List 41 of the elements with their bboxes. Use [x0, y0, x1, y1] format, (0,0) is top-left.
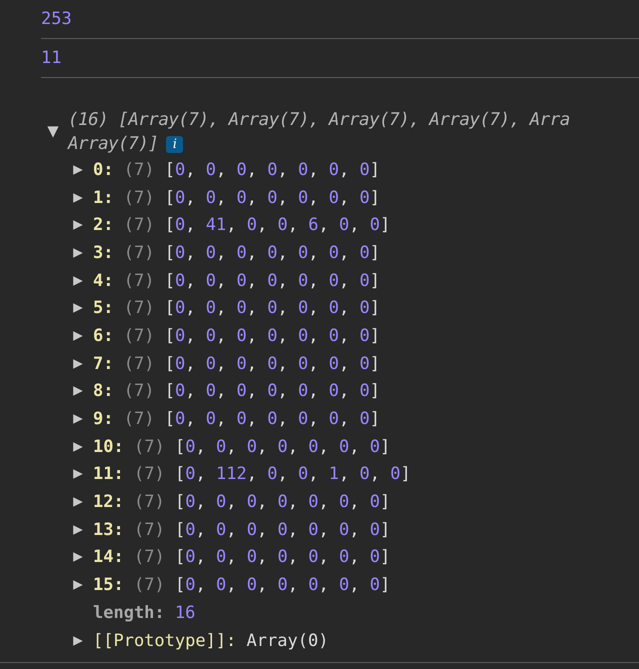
expand-arrow-icon[interactable] [72, 440, 84, 453]
array-row[interactable]: 11: (7) [0, 112, 0, 0, 1, 0, 0] [93, 464, 411, 484]
expand-arrow-icon[interactable] [72, 634, 84, 647]
expand-arrow-icon[interactable] [72, 385, 84, 398]
length-property: length: 16 [93, 602, 196, 623]
array-row[interactable]: 9: (7) [0, 0, 0, 0, 0, 0, 0] [93, 409, 380, 430]
log-value: 253 [41, 9, 72, 29]
array-row[interactable]: 10: (7) [0, 0, 0, 0, 0, 0, 0] [93, 436, 390, 457]
expand-arrow-icon[interactable] [72, 330, 84, 342]
array-row[interactable]: 4: (7) [0, 0, 0, 0, 0, 0, 0] [93, 270, 380, 291]
info-badge[interactable]: i [166, 136, 184, 152]
expand-arrow-icon[interactable] [72, 579, 84, 592]
array-row[interactable]: 13: (7) [0, 0, 0, 0, 0, 0, 0] [93, 520, 390, 540]
array-row[interactable]: 6: (7) [0, 0, 0, 0, 0, 0, 0] [93, 326, 380, 346]
expand-arrow-icon[interactable] [72, 358, 84, 370]
array-row[interactable]: 1: (7) [0, 0, 0, 0, 0, 0, 0] [93, 188, 380, 208]
array-row[interactable]: 2: (7) [0, 41, 0, 0, 6, 0, 0] [93, 215, 390, 236]
expand-arrow-icon[interactable] [72, 524, 84, 536]
array-row[interactable]: 12: (7) [0, 0, 0, 0, 0, 0, 0] [93, 492, 390, 512]
array-row[interactable]: 3: (7) [0, 0, 0, 0, 0, 0, 0] [93, 242, 380, 263]
expand-arrow-icon[interactable] [72, 164, 84, 176]
array-summary: (16) [Array(7), Array(7), Array(7), Array(7), Arra [68, 109, 570, 132]
expand-arrow-icon[interactable] [72, 274, 84, 287]
expand-arrow-icon[interactable] [72, 551, 84, 564]
array-summary: Array(7)] [68, 133, 158, 156]
array-row[interactable]: 0: (7) [0, 0, 0, 0, 0, 0, 0] [93, 160, 380, 180]
expand-arrow-icon[interactable] [72, 246, 84, 259]
log-value: 11 [41, 48, 62, 68]
expand-arrow-icon[interactable] [72, 413, 84, 426]
expand-arrow-icon[interactable] [72, 496, 84, 508]
array-row[interactable]: 15: (7) [0, 0, 0, 0, 0, 0, 0] [93, 575, 390, 596]
expand-arrow-icon[interactable] [72, 302, 84, 314]
array-row[interactable]: 14: (7) [0, 0, 0, 0, 0, 0, 0] [93, 547, 390, 568]
expand-arrow-icon[interactable] [72, 192, 84, 204]
prototype-property[interactable]: [[Prototype]]: Array(0) [93, 630, 328, 651]
expand-arrow-icon[interactable] [72, 219, 84, 232]
expand-arrow-icon[interactable] [72, 468, 84, 480]
array-row[interactable]: 7: (7) [0, 0, 0, 0, 0, 0, 0] [93, 354, 380, 374]
array-row[interactable]: 5: (7) [0, 0, 0, 0, 0, 0, 0] [93, 298, 380, 318]
expand-arrow-icon[interactable] [46, 125, 60, 139]
array-row[interactable]: 8: (7) [0, 0, 0, 0, 0, 0, 0] [93, 381, 380, 402]
